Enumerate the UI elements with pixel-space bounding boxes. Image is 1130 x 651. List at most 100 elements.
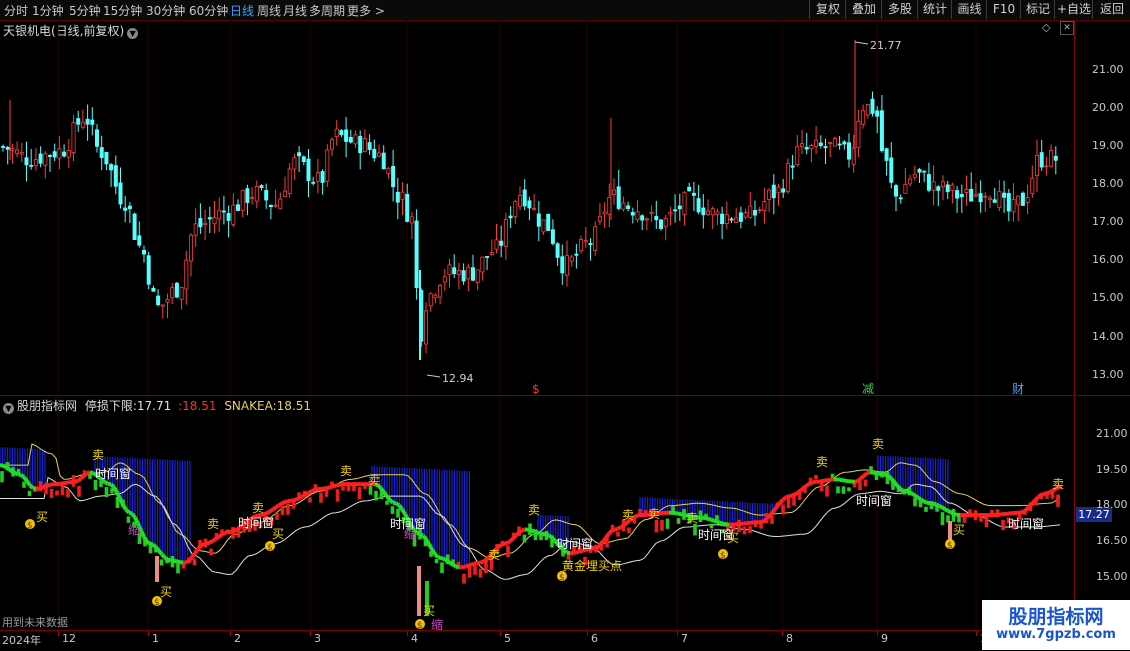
toolbar-button-8[interactable]: 返回 <box>1092 0 1130 19</box>
indicator-line <box>903 491 906 492</box>
period-1[interactable]: 1分钟 <box>32 2 64 19</box>
indicator-bar <box>127 516 131 522</box>
high-price-label: 21.77 <box>870 39 902 52</box>
toolbar-button-4[interactable]: 画线 <box>951 0 987 19</box>
price-axis-label: 16.00 <box>1092 253 1124 266</box>
candle-body <box>791 166 794 167</box>
period-2[interactable]: 5分钟 <box>69 2 101 19</box>
candle-body <box>279 199 282 208</box>
indicator-line <box>678 514 681 515</box>
signal-label: 卖 <box>622 508 634 522</box>
indicator-line <box>111 484 114 487</box>
indicator-bar <box>160 559 164 565</box>
indicator-line <box>1035 497 1038 500</box>
indicator-bar <box>627 528 631 533</box>
candle-body <box>260 186 263 188</box>
candle-body <box>387 168 390 173</box>
indicator-bar <box>913 498 917 507</box>
indicator-line <box>108 484 111 485</box>
indicator-line <box>180 562 183 563</box>
toolbar-button-1[interactable]: 叠加 <box>845 0 882 19</box>
indicator-bar <box>50 489 54 498</box>
period-7[interactable]: 周线 <box>257 2 281 19</box>
indicator-line <box>219 535 222 537</box>
candle-body <box>688 187 691 191</box>
price-axis-label: 17.00 <box>1092 215 1124 228</box>
indicator-line <box>399 505 402 509</box>
indicator-line <box>150 544 153 545</box>
period-10[interactable]: 更多 > <box>347 2 385 19</box>
indicator-line <box>213 539 216 541</box>
candle-body <box>490 253 493 255</box>
candle-body <box>255 186 258 201</box>
candle-body <box>48 155 51 156</box>
indicator-bar <box>176 563 180 573</box>
candle-body <box>274 205 277 206</box>
candle-body <box>232 205 235 224</box>
indicator-line <box>921 500 924 502</box>
indicator-line <box>912 494 915 496</box>
candle-body <box>603 212 606 214</box>
indicator-line <box>27 481 30 485</box>
indicator-header[interactable]: ▼股朋指标网 停损下限:17.71 :18.51 SNAKEA:18.51 <box>3 397 311 414</box>
indicator-line <box>120 498 123 504</box>
price-axis-label: 15.00 <box>1092 291 1124 304</box>
indicator-bar <box>440 562 444 573</box>
candle-body <box>753 210 756 215</box>
indicator-bar <box>473 566 477 575</box>
indicator-line <box>468 565 471 566</box>
date-axis-label: 3 <box>314 632 321 645</box>
candle-body <box>11 149 14 151</box>
candle-body <box>307 159 310 181</box>
candle-body <box>970 189 973 201</box>
candle-body <box>833 139 836 146</box>
signal-label: 买 <box>160 585 172 599</box>
candle-body <box>565 256 568 276</box>
indicator-bar <box>825 485 829 496</box>
toolbar-button-3[interactable]: 统计 <box>917 0 952 19</box>
candle-body <box>1035 155 1038 175</box>
indicator-line <box>21 475 24 477</box>
candle-body <box>650 212 653 213</box>
period-3[interactable]: 15分钟 <box>103 2 142 19</box>
toolbar-button-5[interactable]: F10 <box>986 0 1021 19</box>
indicator-bar <box>275 513 279 520</box>
date-tick <box>148 631 149 636</box>
date-axis-label: 1 <box>152 632 159 645</box>
period-5[interactable]: 60分钟 <box>189 2 228 19</box>
toolbar-button-7[interactable]: +自选 <box>1054 0 1093 19</box>
period-0[interactable]: 分时 <box>4 2 28 19</box>
indicator-line <box>147 542 150 544</box>
indicator-line <box>9 469 12 471</box>
indicator-bar <box>748 526 752 533</box>
date-axis-label: 12 <box>62 632 76 645</box>
price-axis-label: 21.00 <box>1092 63 1124 76</box>
candle-body <box>594 227 597 251</box>
price-axis-label: 13.00 <box>1092 368 1124 381</box>
period-4[interactable]: 30分钟 <box>146 2 185 19</box>
date-axis-label: 5 <box>504 632 511 645</box>
toolbar-button-6[interactable]: 标记 <box>1020 0 1055 19</box>
indicator-line <box>765 518 768 521</box>
indicator-line <box>600 542 603 546</box>
indicator-bar <box>462 574 466 584</box>
chevron-down-icon[interactable]: ▼ <box>3 403 14 414</box>
period-8[interactable]: 月线 <box>283 2 307 19</box>
indicator-bar <box>22 482 26 488</box>
indicator-line <box>915 496 918 498</box>
candle-body <box>471 268 474 280</box>
candle-body <box>302 157 305 162</box>
toolbar-button-0[interactable]: 复权 <box>809 0 846 19</box>
indicator-line <box>393 503 396 504</box>
candle-body <box>199 219 202 227</box>
price-axis-label: 14.00 <box>1092 330 1124 343</box>
future-data-note: 用到未来数据 <box>2 614 68 630</box>
indicator-line <box>3 466 6 467</box>
indicator-line <box>936 504 939 505</box>
toolbar-button-2[interactable]: 多股 <box>881 0 918 19</box>
pane-divider <box>0 395 1130 396</box>
period-9[interactable]: 多周期 <box>309 2 345 19</box>
candle-body <box>105 152 108 164</box>
period-6[interactable]: 日线 <box>230 2 254 19</box>
candle-body <box>523 190 526 206</box>
